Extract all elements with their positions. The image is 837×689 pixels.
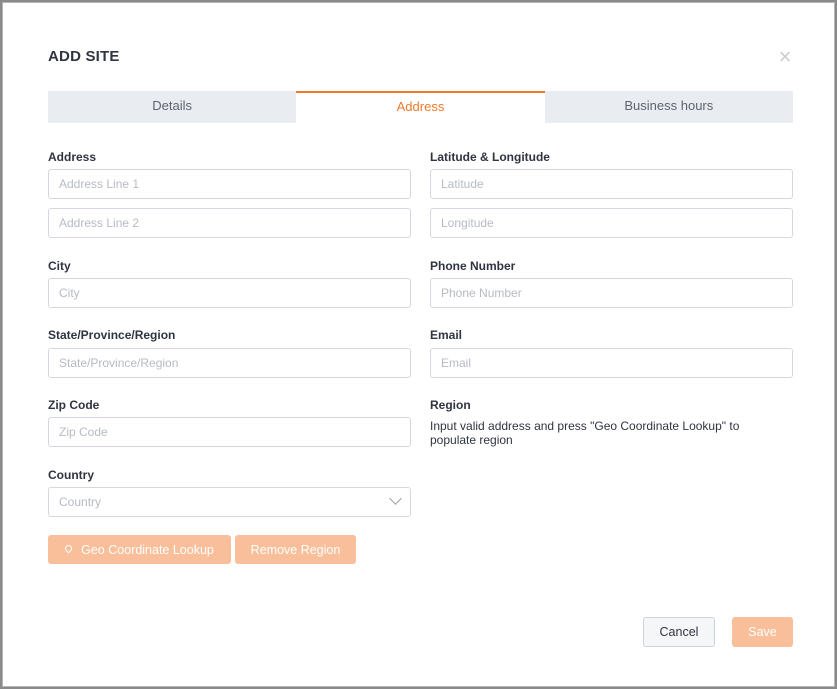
close-icon[interactable]: ×	[775, 46, 795, 68]
add-site-dialog: ADD SITE × Details Address Business hour…	[2, 2, 835, 687]
phone-label: Phone Number	[430, 259, 516, 273]
region-hint: Input valid address and press "Geo Coord…	[430, 419, 740, 447]
country-label: Country	[48, 468, 94, 482]
address-line2-input[interactable]	[48, 208, 411, 238]
region-label: Region	[430, 398, 471, 412]
address-label: Address	[48, 150, 97, 164]
dialog-title: ADD SITE	[48, 48, 120, 65]
email-input[interactable]	[430, 348, 793, 378]
address-line1-input[interactable]	[48, 169, 411, 199]
country-select-value: Country	[59, 495, 102, 509]
geo-lookup-button[interactable]: Geo Coordinate Lookup	[48, 535, 231, 564]
country-select[interactable]: Country	[48, 487, 411, 517]
chevron-down-icon	[389, 492, 402, 505]
remove-region-button[interactable]: Remove Region	[235, 535, 356, 564]
tab-details[interactable]: Details	[48, 91, 297, 123]
longitude-input[interactable]	[430, 208, 793, 238]
city-label: City	[48, 259, 71, 273]
latlng-label: Latitude & Longitude	[430, 150, 550, 164]
state-label: State/Province/Region	[48, 328, 176, 342]
tab-address[interactable]: Address	[296, 91, 545, 123]
cancel-button[interactable]: Cancel	[643, 617, 715, 647]
tab-bar: Details Address Business hours	[48, 91, 793, 123]
state-input[interactable]	[48, 348, 411, 378]
email-label: Email	[430, 328, 463, 342]
save-button[interactable]: Save	[732, 617, 793, 647]
phone-input[interactable]	[430, 278, 793, 308]
latitude-input[interactable]	[430, 169, 793, 199]
tab-business-hours[interactable]: Business hours	[544, 91, 793, 123]
map-pin-icon	[63, 543, 74, 554]
zip-label: Zip Code	[48, 398, 100, 412]
city-input[interactable]	[48, 278, 411, 308]
geo-lookup-label: Geo Coordinate Lookup	[81, 542, 214, 557]
zip-input[interactable]	[48, 417, 411, 447]
